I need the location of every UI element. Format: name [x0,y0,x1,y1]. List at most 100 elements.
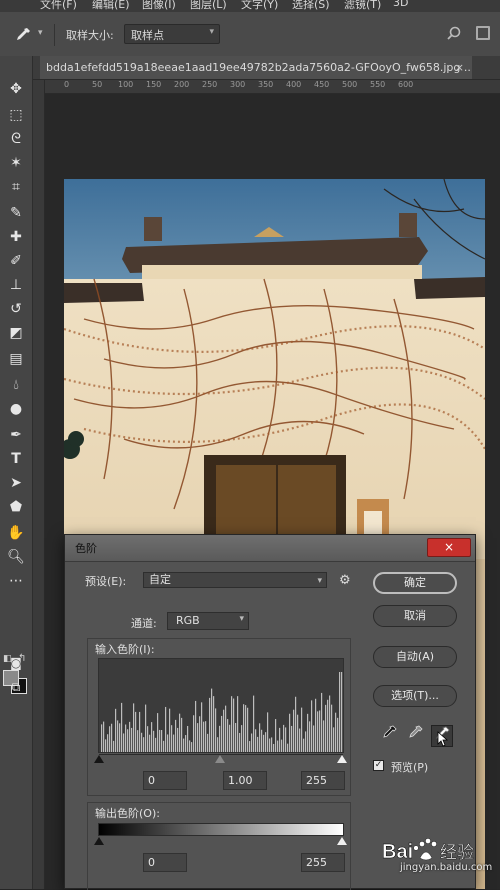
move-tool-icon[interactable]: ✥ [4,78,28,100]
histogram-bar [187,725,189,752]
close-icon[interactable]: × [455,56,464,79]
hand-tool-icon[interactable]: ✋ [4,522,28,544]
input-gamma-field[interactable]: 1.00 [223,771,267,790]
auto-button[interactable]: 自动(A) [373,646,457,668]
shape-tool-icon[interactable]: ⬟ [4,496,28,518]
cancel-button[interactable]: 取消 [373,605,457,627]
output-white-field[interactable]: 255 [301,853,345,872]
screen-mode-icon[interactable]: ⧉ [4,676,28,698]
histogram-bar [117,720,119,752]
histogram-bar [315,698,317,752]
menu-edit[interactable]: 编辑(E) [92,0,130,12]
histogram-bar [105,739,107,752]
histogram-bar [173,734,175,752]
histogram-bar [279,727,281,752]
search-icon[interactable] [446,26,462,42]
path-selection-tool-icon[interactable]: ➤ [4,472,28,494]
gray-eyedropper-icon[interactable] [405,725,425,745]
input-black-slider[interactable] [94,755,104,763]
preview-checkbox[interactable]: ✓ [373,760,384,771]
histogram-bar [137,730,139,752]
histogram-bar [169,708,171,752]
gear-icon[interactable]: ⚙ [339,573,351,588]
histogram-bar [249,741,251,752]
histogram-bar [151,722,153,752]
histogram-bar [309,721,311,752]
eraser-tool-icon[interactable]: ◩ [4,322,28,344]
document-tab[interactable]: bdda1efefdd519a18eeae1aad19ee49782b2ada7… [40,56,472,79]
tools-panel: ✥ ⬚ ᘓ ✶ ⌗ ✎ ✚ ✐ ⊥ ↺ ◩ ▤ 💧︎ ● ✒ T ➤ ⬟ ✋ 🔍… [0,56,33,889]
histogram-bar [199,716,201,752]
ruler-tick-label: 500 [342,80,358,89]
dialog-titlebar[interactable]: 色阶 × [65,535,475,562]
eyedropper-icon[interactable] [14,26,34,44]
clone-stamp-tool-icon[interactable]: ⊥ [4,274,28,296]
marquee-tool-icon[interactable]: ⬚ [4,104,28,126]
black-eyedropper-icon[interactable] [379,725,399,745]
horizontal-ruler: 0 50 100 150 200 250 300 350 400 450 500… [44,80,500,94]
dialog-title: 色阶 [75,542,97,555]
gradient-tool-icon[interactable]: ▤ [4,348,28,370]
crop-tool-icon[interactable]: ⌗ [4,176,28,198]
ruler-tick-label: 600 [398,80,414,89]
histogram-bar [331,704,333,752]
output-black-slider[interactable] [94,837,104,845]
close-button[interactable]: × [427,538,471,557]
output-gradient [98,823,344,836]
histogram-bar [321,692,323,752]
input-black-field[interactable]: 0 [143,771,187,790]
lasso-tool-icon[interactable]: ᘓ [4,128,28,150]
histogram-bar [195,700,197,752]
options-bar: ▾ 取样大小: 取样点 ▾ [0,12,500,57]
sample-size-select[interactable]: 取样点 ▾ [124,24,220,44]
histogram-bar [111,723,113,752]
histogram-bar [183,738,185,752]
dodge-tool-icon[interactable]: ● [4,398,28,420]
menu-select[interactable]: 选择(S) [292,0,330,12]
histogram-bar [123,733,125,752]
histogram-bar [341,672,343,752]
zoom-tool-icon[interactable]: 🔍︎ [4,546,28,568]
histogram-bar [323,720,325,752]
menu-filter[interactable]: 滤镜(T) [344,0,381,12]
channel-label: 通道: [131,617,157,630]
quick-mask-icon[interactable]: ◙ [4,652,28,674]
channel-select[interactable]: RGB ▾ [167,612,249,630]
output-black-field[interactable]: 0 [143,853,187,872]
input-white-slider[interactable] [337,755,347,763]
histogram-bar [275,719,277,752]
histogram-bar [327,699,329,752]
magic-wand-tool-icon[interactable]: ✶ [4,152,28,174]
output-white-slider[interactable] [337,837,347,845]
histogram-bar [333,727,335,752]
eyedropper-tool-icon[interactable]: ✎ [4,202,28,224]
histogram-bar [215,708,217,752]
histogram-bar [237,696,239,752]
options-button[interactable]: 选项(T)... [373,685,457,707]
histogram-bar [305,731,307,752]
healing-brush-tool-icon[interactable]: ✚ [4,226,28,248]
ruler-tick-label: 450 [314,80,330,89]
histogram-bar [163,740,165,752]
input-white-field[interactable]: 255 [301,771,345,790]
pen-tool-icon[interactable]: ✒ [4,424,28,446]
histogram-bar [247,707,249,752]
input-gamma-slider[interactable] [215,755,225,763]
history-brush-tool-icon[interactable]: ↺ [4,298,28,320]
histogram-bar [283,724,285,752]
blur-tool-icon[interactable]: 💧︎ [4,374,28,396]
brush-tool-icon[interactable]: ✐ [4,250,28,272]
chevron-down-icon[interactable]: ▾ [38,28,43,38]
menu-image[interactable]: 图像(I) [142,0,176,12]
workspace-icon[interactable] [476,26,490,40]
more-tools-icon[interactable]: ⋯ [4,570,28,592]
preset-select[interactable]: 自定 ▾ [143,572,327,588]
menu-file[interactable]: 文件(F) [40,0,77,12]
histogram-bar [175,719,177,752]
type-tool-icon[interactable]: T [4,448,28,470]
ok-button[interactable]: 确定 [373,572,457,594]
menu-type[interactable]: 文字(Y) [241,0,278,12]
histogram-bar [153,730,155,752]
menu-layer[interactable]: 图层(L) [190,0,227,12]
menu-3d[interactable]: 3D [393,0,408,9]
